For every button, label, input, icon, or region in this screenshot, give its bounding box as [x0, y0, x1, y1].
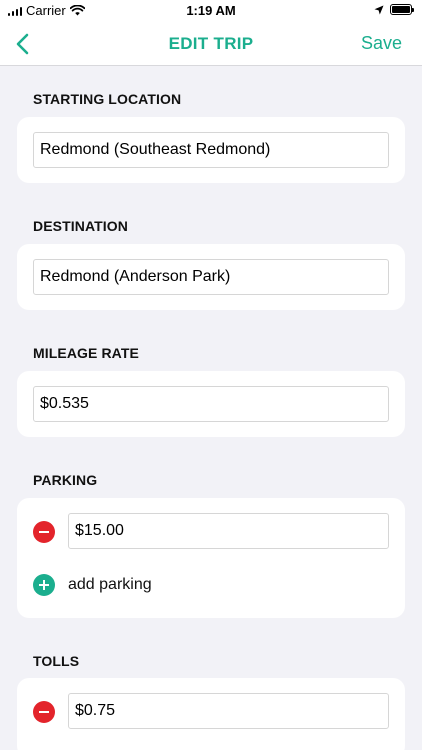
remove-parking-button[interactable]	[33, 521, 55, 543]
parking-label: PARKING	[33, 472, 98, 488]
nav-bar: EDIT TRIP Save	[0, 22, 422, 66]
add-parking-button[interactable]	[33, 574, 55, 596]
status-bar: Carrier 1:19 AM	[0, 0, 422, 22]
status-right	[374, 4, 414, 15]
tolls-label: TOLLS	[33, 653, 80, 669]
location-arrow-icon	[374, 5, 384, 14]
tolls-card: $0.75	[17, 678, 405, 750]
toll-amount-input[interactable]: $0.75	[68, 693, 389, 729]
destination-label: DESTINATION	[33, 218, 128, 234]
page-title: EDIT TRIP	[168, 34, 254, 53]
starting-location-input[interactable]: Redmond (Southeast Redmond)	[33, 132, 389, 168]
minus-icon	[39, 711, 49, 713]
destination-card: Redmond (Anderson Park)	[17, 244, 405, 310]
starting-location-card: Redmond (Southeast Redmond)	[17, 117, 405, 183]
status-time: 1:19 AM	[186, 3, 236, 18]
save-button[interactable]: Save	[361, 33, 402, 54]
starting-location-label: STARTING LOCATION	[33, 91, 182, 107]
destination-input[interactable]: Redmond (Anderson Park)	[33, 259, 389, 295]
parking-card: $15.00 add parking	[17, 498, 405, 618]
add-parking-label[interactable]: add parking	[68, 576, 152, 594]
mileage-rate-label: MILEAGE RATE	[33, 345, 139, 361]
remove-toll-button[interactable]	[33, 701, 55, 723]
mileage-rate-input[interactable]: $0.535	[33, 386, 389, 422]
parking-amount-input[interactable]: $15.00	[68, 513, 389, 549]
minus-icon	[39, 531, 49, 533]
plus-icon	[39, 580, 49, 590]
battery-icon	[390, 4, 414, 15]
mileage-rate-card: $0.535	[17, 371, 405, 437]
